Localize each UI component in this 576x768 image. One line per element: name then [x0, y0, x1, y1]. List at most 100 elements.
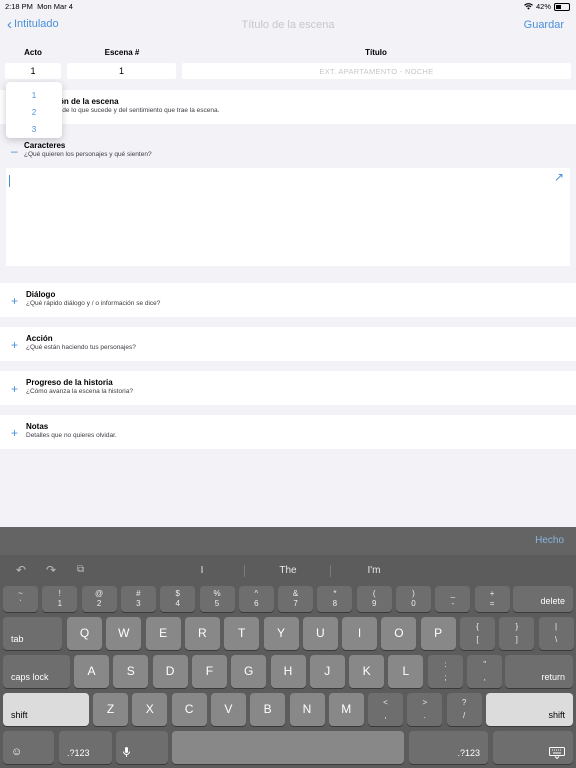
section-subtitle: ¿Qué están haciendo tus personajes?	[26, 344, 136, 351]
letter-key[interactable]: E	[145, 617, 181, 650]
section-subtitle: ¿Cómo avanza la escena la historia?	[26, 388, 133, 395]
letter-key[interactable]: C	[171, 693, 207, 726]
letter-key[interactable]: N	[289, 693, 325, 726]
letter-key[interactable]: Y	[263, 617, 299, 650]
act-field[interactable]: 1	[5, 63, 61, 79]
letter-key[interactable]: M	[328, 693, 364, 726]
section-title: Caracteres	[24, 141, 66, 150]
dictation-key[interactable]	[116, 731, 168, 764]
undo-icon[interactable]: ↶	[16, 563, 26, 577]
number-key[interactable]: ! 1	[42, 586, 78, 612]
act-option[interactable]: 2	[6, 108, 62, 117]
navigation-bar: ‹ Intitulado Título de la escena Guardar	[0, 12, 576, 40]
scene-number-field[interactable]: 1	[67, 63, 176, 79]
shift-key-right[interactable]: shift	[486, 693, 573, 726]
suggestion-word[interactable]: I	[157, 565, 247, 576]
expand-arrow-icon[interactable]: ↗	[554, 170, 564, 184]
suggestion-word[interactable]: I'm	[329, 565, 419, 576]
done-button[interactable]: Hecho	[535, 535, 564, 546]
letter-key[interactable]: X	[132, 693, 168, 726]
letter-key[interactable]: Z	[93, 693, 128, 726]
letter-key[interactable]: I	[342, 617, 378, 650]
paste-icon[interactable]: ⧉	[77, 564, 84, 575]
letter-key[interactable]: U	[302, 617, 338, 650]
letter-key[interactable]: G	[231, 655, 267, 688]
letter-key[interactable]: R	[184, 617, 220, 650]
plus-icon[interactable]: +	[11, 427, 18, 439]
letter-key[interactable]: D	[152, 655, 188, 688]
symbol-key[interactable]: <,	[368, 693, 403, 726]
number-key[interactable]: @2	[81, 586, 117, 612]
number-key[interactable]: (9	[356, 586, 392, 612]
characters-section[interactable]: – Caracteres ¿Qué quieren los personajes…	[0, 136, 576, 162]
number-key[interactable]: ) 0	[396, 586, 431, 612]
text-cursor	[9, 175, 10, 187]
number-key[interactable]: & 7	[278, 586, 314, 612]
letter-key[interactable]: B	[250, 693, 286, 726]
tab-key[interactable]: tab	[3, 617, 62, 650]
letter-key[interactable]: V	[210, 693, 246, 726]
letter-key[interactable]: F	[191, 655, 227, 688]
letter-key[interactable]: T	[224, 617, 260, 650]
letter-key[interactable]: A	[74, 655, 109, 688]
act-picker[interactable]: 1 2 3	[6, 82, 62, 138]
symbol-key[interactable]: {[	[460, 617, 495, 650]
suggestion-bar: ↶ ↷ ⧉ I The I'm	[0, 557, 576, 583]
dialogue-section[interactable]: + Diálogo ¿Qué rápido diálogo y / o info…	[0, 283, 576, 317]
letter-key[interactable]: L	[388, 655, 424, 688]
number-key[interactable]: ^ 6	[238, 586, 274, 612]
emoji-key[interactable]: ☺	[3, 731, 54, 764]
save-button[interactable]: Guardar	[524, 19, 564, 31]
letter-key[interactable]: P	[420, 617, 456, 650]
keyboard-accessory-bar: Hecho	[0, 527, 576, 555]
plus-icon[interactable]: +	[11, 383, 18, 395]
space-bar[interactable]	[172, 731, 404, 764]
numbers-key-left[interactable]: .?123	[59, 731, 112, 764]
action-section[interactable]: + Acción ¿Qué están haciendo tus persona…	[0, 327, 576, 361]
plus-icon[interactable]: +	[11, 339, 18, 351]
number-key[interactable]: _ -	[435, 586, 471, 612]
symbol-key[interactable]: :;	[428, 655, 463, 688]
letter-key[interactable]: O	[381, 617, 417, 650]
scene-title-heading: Título de la escena	[241, 19, 335, 31]
plus-icon[interactable]: +	[11, 295, 18, 307]
return-key[interactable]: return	[505, 655, 573, 688]
symbol-key[interactable]: ? /	[446, 693, 482, 726]
number-key[interactable]: #3	[120, 586, 156, 612]
letter-key[interactable]: H	[270, 655, 306, 688]
number-key[interactable]: + =	[474, 586, 510, 612]
symbol-key[interactable]: >.	[407, 693, 443, 726]
shift-key-left[interactable]: shift	[3, 693, 89, 726]
letter-key[interactable]: J	[309, 655, 345, 688]
number-key[interactable]: % 5	[199, 586, 235, 612]
minus-icon[interactable]: –	[11, 145, 18, 157]
number-key[interactable]: * 8	[317, 586, 353, 612]
scene-title-input[interactable]: EXT. APARTAMENTO - NOCHE	[182, 63, 571, 79]
title-header: Título	[365, 48, 387, 57]
story-progress-section[interactable]: + Progreso de la historia ¿Cómo avanza l…	[0, 371, 576, 405]
hide-keyboard-key[interactable]	[493, 731, 573, 764]
symbol-key[interactable]: ",	[467, 655, 503, 688]
scene-description-section[interactable]: ón de la escena l de lo que sucede y del…	[0, 90, 576, 124]
keyboard-hide-icon	[549, 747, 565, 759]
letter-key[interactable]: W	[106, 617, 142, 650]
characters-text-area[interactable]: ↗	[6, 168, 570, 266]
letter-key[interactable]: K	[349, 655, 385, 688]
suggestion-word[interactable]: The	[243, 565, 333, 576]
section-title: Notas	[26, 422, 49, 431]
symbol-key[interactable]: | \	[538, 617, 574, 650]
section-subtitle: l de lo que sucede y del sentimiento que…	[59, 107, 220, 114]
caps-lock-key[interactable]: caps lock	[3, 655, 70, 688]
section-subtitle: ¿Qué rápido diálogo y / o información se…	[26, 300, 161, 307]
redo-icon[interactable]: ↷	[46, 563, 56, 577]
letter-key[interactable]: S	[113, 655, 149, 688]
letter-key[interactable]: Q	[67, 617, 102, 650]
delete-key[interactable]: delete	[513, 586, 573, 612]
notes-section[interactable]: + Notas Detalles que no quieres olvidar.	[0, 415, 576, 449]
number-key[interactable]: ~ `	[3, 586, 38, 612]
number-key[interactable]: $4	[160, 586, 196, 612]
act-option[interactable]: 1	[6, 91, 62, 100]
numbers-key-right[interactable]: .?123	[409, 731, 488, 764]
symbol-key[interactable]: }]	[499, 617, 535, 650]
act-option[interactable]: 3	[6, 125, 62, 134]
